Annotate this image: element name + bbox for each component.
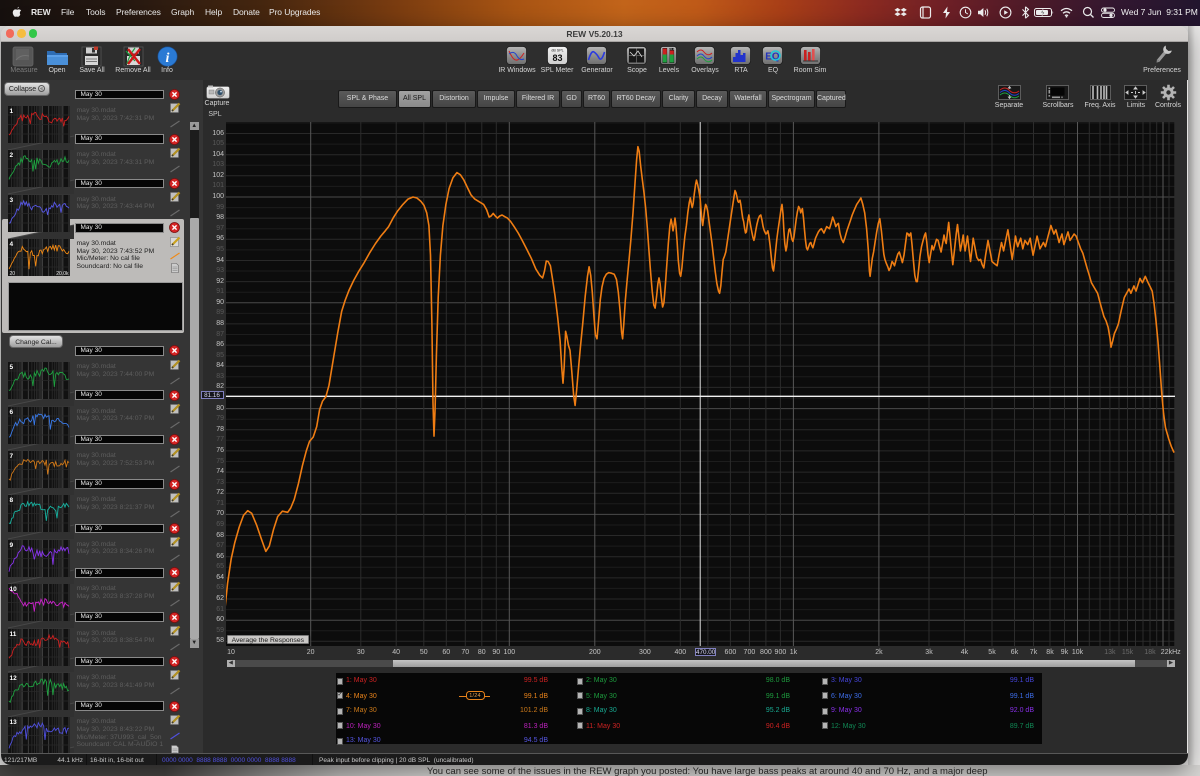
- svg-text:3: 3: [10, 197, 14, 204]
- svg-text:dB SPL: dB SPL: [551, 49, 563, 53]
- svg-text:20.0k: 20.0k: [56, 271, 69, 276]
- svg-text:10: 10: [10, 586, 18, 593]
- svg-text:9: 9: [10, 542, 14, 549]
- svg-text:4: 4: [10, 241, 14, 248]
- svg-text:12: 12: [10, 675, 18, 682]
- svg-text:8: 8: [10, 497, 14, 504]
- svg-text:13: 13: [10, 719, 18, 726]
- svg-text:5: 5: [10, 364, 14, 371]
- svg-text:-6.3: -6.3: [669, 47, 675, 51]
- svg-text:11: 11: [10, 631, 17, 638]
- svg-text:6: 6: [10, 409, 14, 416]
- svg-text:7: 7: [10, 453, 14, 460]
- svg-text:2: 2: [10, 152, 14, 159]
- svg-text:i: i: [166, 51, 170, 66]
- svg-text:83: 83: [552, 53, 562, 63]
- svg-text:20: 20: [10, 271, 16, 276]
- svg-text:1: 1: [10, 108, 14, 115]
